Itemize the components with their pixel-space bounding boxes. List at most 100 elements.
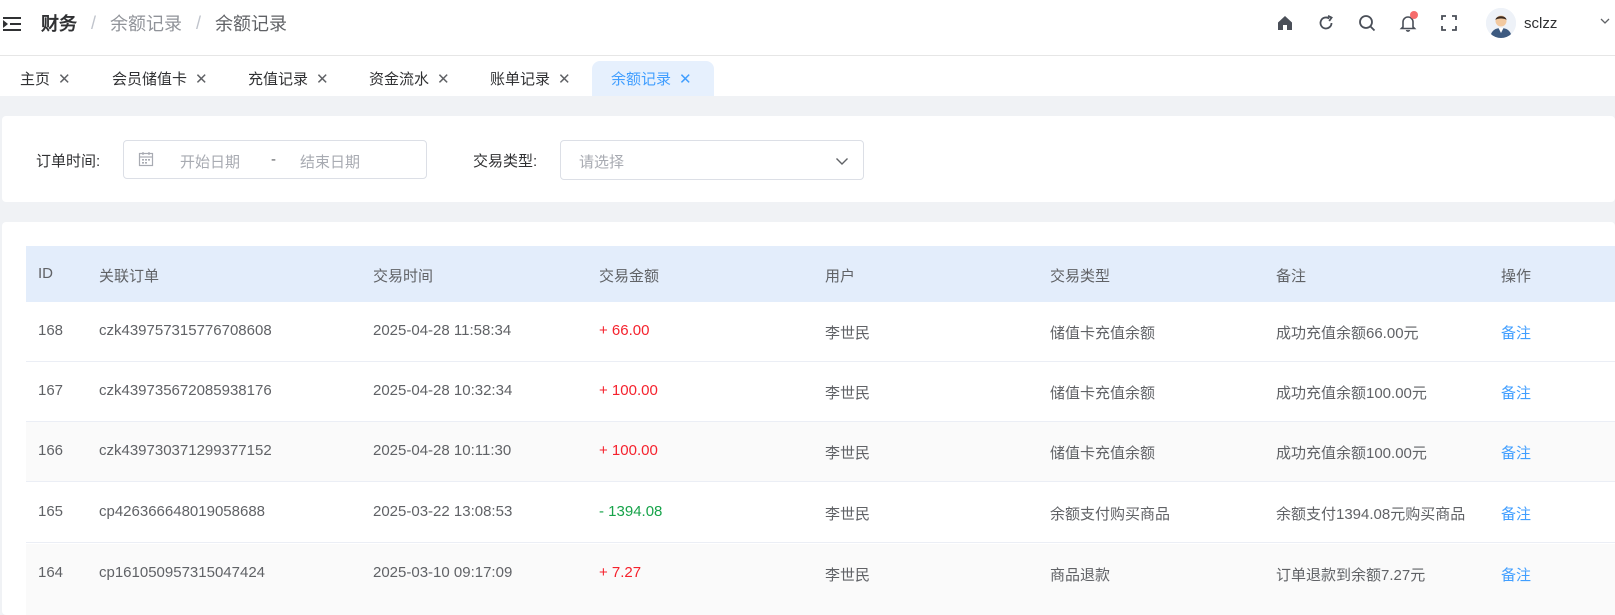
breadcrumb-separator: / [91, 12, 97, 33]
cell-type: 储值卡充值余额 [1050, 385, 1156, 402]
table-row: 168 czk439757315776708608 2025-04-28 11:… [26, 302, 1615, 362]
cell-amount: + 66.00 [599, 322, 650, 339]
note-action-link[interactable]: 备注 [1501, 503, 1531, 524]
start-date-input[interactable]: 开始日期 [180, 151, 240, 172]
cell-id: 166 [38, 442, 64, 459]
cell-time: 2025-04-28 11:58:34 [373, 322, 512, 339]
cell-user: 李世民 [825, 445, 871, 462]
cell-type: 储值卡充值余额 [1050, 325, 1156, 342]
breadcrumb: 财务 / 余额记录 / 余额记录 [41, 10, 288, 36]
range-separator: - [271, 151, 276, 168]
tab-home[interactable]: 主页 ✕ [20, 61, 71, 96]
cell-note: 余额支付1394.08元购买商品 [1276, 506, 1466, 523]
cell-type: 储值卡充值余额 [1050, 445, 1156, 462]
note-action-link[interactable]: 备注 [1501, 442, 1531, 463]
search-filter-panel: 订单时间: 开始日期 - 结束日期 交易类型: 请选择 [2, 116, 1615, 202]
menu-toggle-icon[interactable] [3, 16, 23, 34]
cell-note: 成功充值余额100.00元 [1276, 445, 1427, 462]
cell-id: 165 [38, 503, 64, 520]
cell-time: 2025-03-22 13:08:53 [373, 503, 513, 520]
cell-time: 2025-03-10 09:17:09 [373, 564, 513, 581]
transaction-type-label: 交易类型: [473, 153, 538, 170]
column-header-time: 交易时间 [373, 268, 434, 285]
breadcrumb-item-balance-records[interactable]: 余额记录 [110, 10, 182, 36]
tab-label: 会员储值卡 [112, 71, 188, 88]
cell-time: 2025-04-28 10:32:34 [373, 382, 513, 399]
calendar-icon [138, 152, 154, 167]
cell-amount: + 100.00 [599, 442, 658, 459]
cell-user: 李世民 [825, 506, 871, 523]
table-row: 167 czk439735672085938176 2025-04-28 10:… [26, 362, 1615, 422]
order-time-label: 订单时间: [36, 153, 101, 170]
tab-bill-records[interactable]: 账单记录 ✕ [490, 61, 571, 96]
cell-user: 李世民 [825, 567, 871, 584]
column-header-type: 交易类型 [1050, 268, 1111, 285]
fullscreen-icon[interactable] [1439, 13, 1459, 33]
refresh-icon[interactable] [1316, 13, 1336, 33]
tab-fund-flow[interactable]: 资金流水 ✕ [369, 61, 450, 96]
note-action-link[interactable]: 备注 [1501, 322, 1531, 343]
tab-balance-records[interactable]: 余额记录 ✕ [592, 61, 714, 96]
table-row: 166 czk439730371299377152 2025-04-28 10:… [26, 422, 1615, 482]
user-avatar[interactable] [1486, 8, 1516, 38]
column-header-note: 备注 [1276, 268, 1307, 285]
tab-member-card[interactable]: 会员储值卡 ✕ [112, 61, 208, 96]
table-row: 165 cp426366648019058688 2025-03-22 13:0… [26, 483, 1615, 543]
top-header: 财务 / 余额记录 / 余额记录 sclzz [0, 0, 1615, 56]
tags-view-bar: 主页 ✕ 会员储值卡 ✕ 充值记录 ✕ 资金流水 ✕ 账单记录 ✕ 余额记录 ✕ [0, 56, 1615, 96]
date-range-picker[interactable]: 开始日期 - 结束日期 [123, 140, 427, 179]
close-icon[interactable]: ✕ [679, 70, 692, 88]
table-header: ID 关联订单 交易时间 交易金额 用户 交易类型 备注 操作 [26, 246, 1615, 302]
cell-order: czk439757315776708608 [99, 322, 272, 339]
breadcrumb-separator: / [196, 12, 202, 33]
column-header-user: 用户 [825, 268, 856, 285]
cell-user: 李世民 [825, 325, 871, 342]
column-header-order: 关联订单 [99, 268, 160, 285]
cell-amount: + 100.00 [599, 382, 658, 399]
note-action-link[interactable]: 备注 [1501, 564, 1531, 585]
column-header-action: 操作 [1501, 268, 1532, 285]
tab-recharge-records[interactable]: 充值记录 ✕ [248, 61, 329, 96]
cell-amount: - 1394.08 [599, 503, 663, 520]
tab-label: 账单记录 [490, 71, 551, 88]
notification-dot [1410, 11, 1418, 19]
cell-time: 2025-04-28 10:11:30 [373, 442, 512, 459]
breadcrumb-item-current: 余额记录 [215, 14, 288, 34]
end-date-input[interactable]: 结束日期 [300, 151, 360, 172]
close-icon[interactable]: ✕ [437, 70, 450, 88]
close-icon[interactable]: ✕ [195, 70, 208, 88]
cell-note: 订单退款到余额7.27元 [1276, 567, 1426, 584]
chevron-down-icon [836, 158, 848, 165]
close-icon[interactable]: ✕ [58, 70, 71, 88]
cell-id: 167 [38, 382, 64, 399]
tab-label: 充值记录 [248, 71, 309, 88]
cell-order: czk439735672085938176 [99, 382, 272, 399]
cell-order: cp161050957315047424 [99, 564, 266, 581]
cell-note: 成功充值余额100.00元 [1276, 385, 1427, 402]
cell-type: 商品退款 [1050, 567, 1111, 584]
breadcrumb-item-finance[interactable]: 财务 [41, 10, 77, 36]
home-icon[interactable] [1275, 13, 1295, 33]
bell-icon[interactable] [1398, 11, 1418, 33]
cell-note: 成功充值余额66.00元 [1276, 325, 1419, 342]
cell-type: 余额支付购买商品 [1050, 506, 1171, 523]
close-icon[interactable]: ✕ [558, 70, 571, 88]
tab-label: 余额记录 [611, 71, 672, 88]
cell-user: 李世民 [825, 385, 871, 402]
close-icon[interactable]: ✕ [316, 70, 329, 88]
note-action-link[interactable]: 备注 [1501, 382, 1531, 403]
column-header-amount: 交易金额 [599, 268, 660, 285]
search-icon[interactable] [1357, 13, 1377, 33]
cell-order: czk439730371299377152 [99, 442, 272, 459]
transaction-type-select[interactable]: 请选择 [560, 140, 864, 180]
select-placeholder: 请选择 [579, 154, 625, 171]
cell-id: 168 [38, 322, 64, 339]
tab-label: 主页 [20, 71, 51, 88]
username[interactable]: sclzz [1524, 15, 1557, 32]
chevron-down-icon[interactable] [1600, 16, 1610, 26]
cell-id: 164 [38, 564, 64, 581]
cell-amount: + 7.27 [599, 564, 642, 581]
column-header-id: ID [38, 265, 53, 282]
cell-order: cp426366648019058688 [99, 503, 266, 520]
tab-label: 资金流水 [369, 71, 430, 88]
